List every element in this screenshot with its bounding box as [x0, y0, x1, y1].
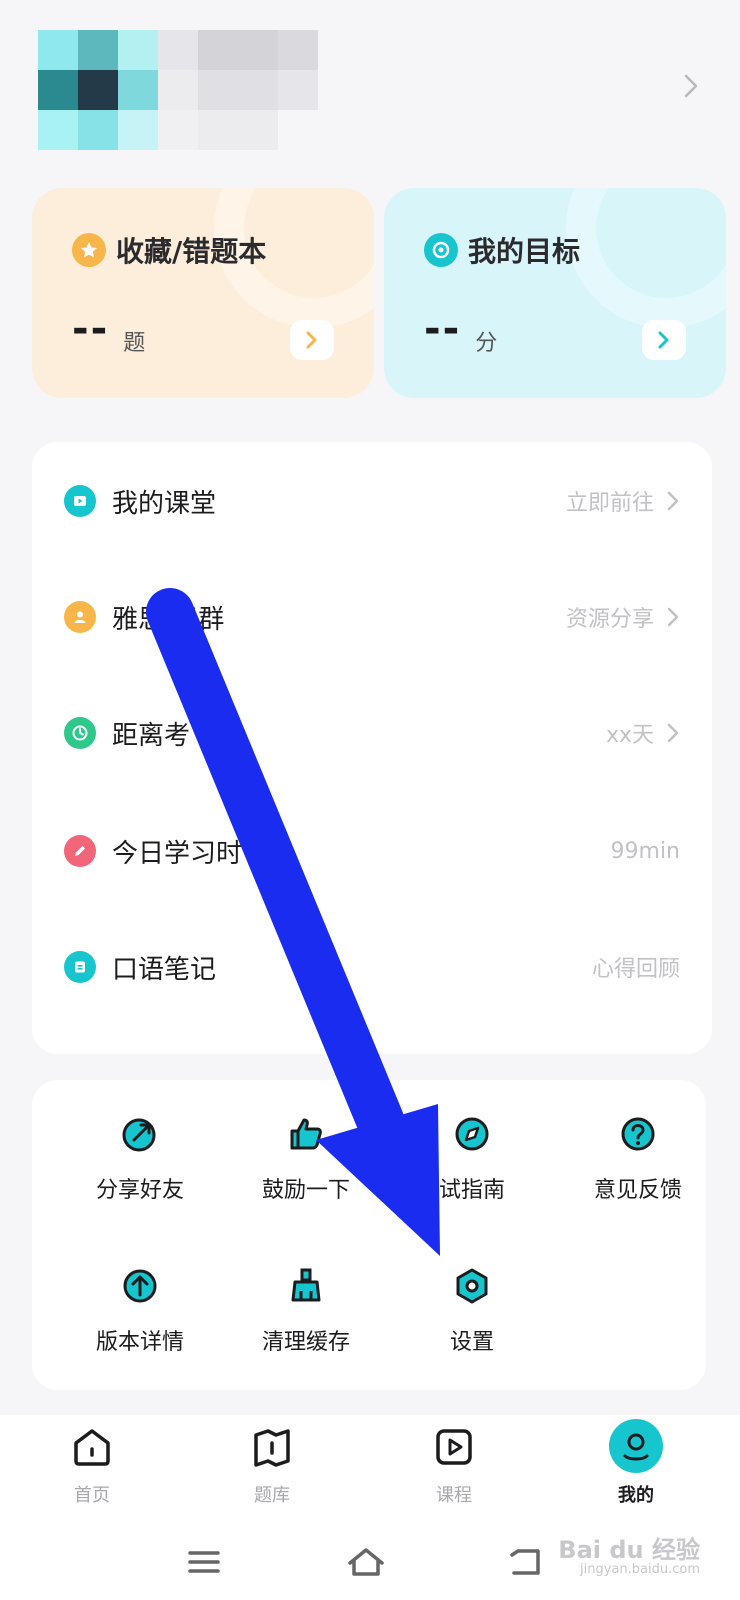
tab-course[interactable]: 课程 — [394, 1425, 514, 1507]
list-label: 雅思 考群 — [112, 604, 225, 635]
question-icon — [621, 1117, 655, 1151]
card-decoration — [566, 188, 726, 328]
profile-icon — [609, 1419, 663, 1473]
list-item-study-group[interactable]: 雅思 考群 资源分享 — [32, 558, 712, 676]
tab-label: 题库 — [254, 1485, 290, 1506]
chevron-right-icon — [306, 331, 317, 349]
list-label: 口语笔记 — [112, 954, 217, 985]
upgrade-icon — [123, 1269, 157, 1303]
tab-label: 我的 — [618, 1485, 654, 1506]
tab-label: 课程 — [436, 1485, 472, 1506]
play-icon — [64, 485, 96, 517]
menu-list: 我的课堂 立即前往 雅思 考群 资源分享 距离考 有 xx天 今日学习时 99m… — [32, 442, 712, 1054]
grid-label: 清理缓存 — [261, 1330, 350, 1355]
list-item-study-time[interactable]: 今日学习时 99min — [32, 792, 712, 910]
tab-question-bank[interactable]: 题库 — [212, 1425, 332, 1507]
chevron-right-icon — [667, 607, 679, 627]
compass-icon — [455, 1117, 489, 1151]
grid-item-version[interactable]: 版本详情 — [60, 1266, 220, 1376]
watermark-url: jingyan.baidu.com — [580, 1562, 700, 1577]
chevron-right-icon — [658, 331, 669, 349]
grid-item-clear-cache[interactable]: 清理缓存 — [226, 1266, 386, 1376]
system-home-icon[interactable] — [346, 1545, 386, 1579]
list-item-my-classroom[interactable]: 我的课堂 立即前往 — [32, 442, 712, 560]
tools-grid: 分享好友 鼓励一下 试指南 意见反馈 版本详情 清理缓存 设置 — [32, 1080, 706, 1390]
favorites-unit: 题 — [123, 331, 146, 356]
goal-arrow-button[interactable] — [642, 320, 686, 360]
grid-item-encourage[interactable]: 鼓励一下 — [226, 1114, 386, 1224]
goal-unit: 分 — [475, 331, 498, 356]
chevron-right-icon[interactable] — [682, 72, 700, 100]
share-icon — [122, 1118, 156, 1152]
bottom-nav: 首页 题库 课程 我的 — [0, 1415, 740, 1525]
grid-label: 版本详情 — [95, 1330, 184, 1355]
grid-label: 鼓励一下 — [261, 1178, 350, 1203]
pencil-icon — [64, 835, 96, 867]
grid-item-feedback[interactable]: 意见反馈 — [558, 1114, 718, 1224]
favorites-title: 收藏/错题本 — [72, 230, 266, 270]
list-value: 资源分享 — [565, 607, 654, 632]
clock-icon — [64, 717, 96, 749]
grid-label: 试指南 — [438, 1178, 505, 1203]
grid-label: 分享好友 — [95, 1178, 184, 1203]
menu-icon[interactable] — [184, 1545, 224, 1579]
avatar[interactable] — [38, 30, 320, 150]
goal-card[interactable]: 我的目标 -- 分 — [384, 188, 726, 398]
grid-label: 设置 — [449, 1330, 494, 1355]
tab-profile[interactable]: 我的 — [576, 1419, 696, 1507]
chevron-right-icon — [667, 491, 679, 511]
settings-icon — [456, 1268, 488, 1304]
tab-home[interactable]: 首页 — [32, 1425, 152, 1507]
grid-item-guide[interactable]: 试指南 — [392, 1114, 552, 1224]
favorites-arrow-button[interactable] — [290, 320, 334, 360]
broom-icon — [291, 1268, 321, 1302]
list-value: 心得回顾 — [591, 957, 680, 982]
target-icon — [424, 233, 458, 267]
grid-item-settings[interactable]: 设置 — [392, 1266, 552, 1376]
goal-title: 我的目标 — [424, 230, 580, 270]
favorites-count: -- — [72, 306, 110, 352]
list-label: 距离考 有 — [112, 720, 225, 751]
favorites-card[interactable]: 收藏/错题本 -- 题 — [32, 188, 374, 398]
thumbs-up-icon — [290, 1118, 322, 1150]
tab-label: 首页 — [74, 1485, 110, 1506]
profile-header[interactable] — [0, 0, 740, 170]
course-icon — [436, 1429, 472, 1465]
user-icon — [64, 601, 96, 633]
goal-value: -- 分 — [424, 306, 497, 356]
list-value: 99min — [610, 838, 680, 864]
list-label: 我的课堂 — [112, 488, 217, 519]
list-item-speaking-notes[interactable]: 口语笔记 心得回顾 — [32, 908, 712, 1026]
chevron-right-icon — [667, 723, 679, 743]
list-value: 立即前往 — [565, 491, 654, 516]
favorites-value: -- 题 — [72, 306, 145, 356]
list-item-exam-countdown[interactable]: 距离考 有 xx天 — [32, 674, 712, 792]
note-icon — [64, 951, 96, 983]
back-icon[interactable] — [506, 1545, 546, 1579]
goal-title-text: 我的目标 — [468, 235, 581, 268]
grid-label: 意见反馈 — [593, 1178, 682, 1203]
watermark-logo: Bai du 经验 — [558, 1536, 700, 1564]
list-label: 今日学习时 — [112, 838, 243, 869]
grid-item-share[interactable]: 分享好友 — [60, 1114, 220, 1224]
list-value: xx天 — [605, 723, 654, 748]
goal-score: -- — [424, 306, 462, 352]
home-icon — [74, 1429, 110, 1466]
question-bank-icon — [254, 1429, 290, 1467]
star-icon — [72, 233, 106, 267]
favorites-title-text: 收藏/错题本 — [116, 235, 267, 268]
